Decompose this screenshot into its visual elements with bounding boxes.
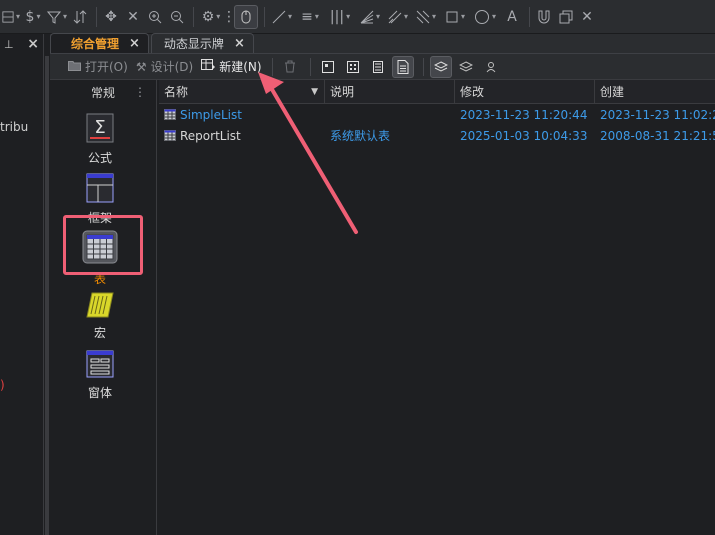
row-modified: 2023-11-23 11:20:44: [460, 107, 588, 122]
svg-text:Σ: Σ: [94, 117, 105, 138]
table-row[interactable]: ReportList 系统默认表 2025-01-03 10:04:33 200…: [159, 125, 715, 146]
category-label: 窗体: [87, 386, 112, 400]
tab-close-icon[interactable]: ×: [129, 36, 140, 51]
object-list: 名称 ▼ 说明 修改 创建 SimpleList 2023-11-23 11:2…: [159, 80, 715, 535]
fan-lines-icon[interactable]: ▾: [357, 5, 383, 29]
column-header-label: 名称: [164, 85, 189, 99]
grid-icon[interactable]: ▾: [2, 5, 20, 29]
frame-icon: [86, 173, 114, 206]
row-name: SimpleList: [180, 107, 242, 122]
tab-label: 动态显示牌: [163, 37, 224, 51]
category-header-label: 常规: [90, 85, 115, 100]
category-item-formula[interactable]: Σ 公式: [50, 113, 150, 166]
text-tool-icon[interactable]: A: [501, 5, 523, 29]
tab-comprehensive-management[interactable]: 综合管理 ×: [50, 33, 149, 53]
separator-handle-icon: ⋮: [222, 8, 236, 25]
mouse-icon[interactable]: [234, 4, 258, 29]
user-icon[interactable]: [480, 56, 502, 78]
copy-icon[interactable]: [556, 5, 576, 29]
folder-icon: [68, 60, 81, 74]
sort-desc-icon: ▼: [311, 86, 318, 97]
design-button[interactable]: ⚒ 设计(D): [132, 56, 197, 78]
gear-icon[interactable]: ⚙ ▾: [198, 5, 224, 29]
sort-icon[interactable]: [70, 5, 90, 29]
details-view-icon[interactable]: [391, 55, 414, 78]
list-view-icon[interactable]: [367, 56, 389, 78]
new-table-icon: [201, 59, 216, 74]
category-item-macro[interactable]: 宏: [50, 292, 150, 341]
macro-icon: [86, 292, 114, 321]
tab-bar: 综合管理 × 动态显示牌 ×: [50, 33, 715, 54]
small-icons-view-icon[interactable]: [342, 56, 364, 78]
left-panel-red-text: ): [0, 378, 5, 392]
circle-icon[interactable]: ▾: [471, 5, 499, 29]
vertical-lines-icon[interactable]: ||| ▾: [325, 5, 355, 29]
row-description: [325, 104, 455, 125]
tab-close-icon[interactable]: ×: [234, 36, 245, 51]
close-icon[interactable]: ✕: [578, 5, 596, 29]
design-icon: ⚒: [135, 59, 147, 74]
parallel-lines-icon[interactable]: ▾: [385, 5, 411, 29]
annotation-highlight-box: [63, 215, 143, 275]
new-button[interactable]: 新建(N): [197, 56, 265, 78]
magnet-icon[interactable]: [534, 5, 554, 29]
category-label: 公式: [87, 151, 112, 165]
line-icon[interactable]: ▾: [269, 5, 295, 29]
left-scrollbar[interactable]: [45, 56, 49, 535]
column-header-created[interactable]: 创建: [595, 80, 715, 103]
table-item-icon: [164, 109, 176, 120]
category-item-form[interactable]: 窗体: [50, 350, 150, 401]
large-icons-view-icon[interactable]: [317, 56, 339, 78]
new-label: 新建(N): [219, 60, 262, 74]
layers-icon[interactable]: [429, 55, 452, 78]
left-panel: ⊥ × tribu ): [0, 34, 44, 535]
table-item-icon: [164, 130, 176, 141]
transform-icon[interactable]: ✕: [123, 5, 143, 29]
row-created: 2008-08-31 21:21:58: [600, 128, 715, 143]
column-header-label: 说明: [330, 85, 355, 99]
column-header-modified[interactable]: 修改: [455, 80, 595, 103]
main-toolbar: ▾ $ ▾ ▾ ✥ ✕ ⚙ ▾ ⋮ ▾ ≡ ▾ ||| ▾ ▾ ▾ ▾ ▾ ▾ A: [0, 0, 715, 34]
row-created: 2023-11-23 11:02:28: [600, 107, 715, 122]
cross-lines-icon[interactable]: ▾: [413, 5, 439, 29]
tab-label: 综合管理: [71, 37, 120, 51]
row-name: ReportList: [180, 128, 241, 143]
table-row[interactable]: SimpleList 2023-11-23 11:20:44 2023-11-2…: [159, 104, 715, 125]
more-options-icon[interactable]: ⋮: [134, 85, 146, 99]
open-button[interactable]: 打开(O): [64, 56, 132, 78]
pin-icon[interactable]: ⊥: [4, 38, 14, 51]
open-label: 打开(O): [85, 60, 128, 74]
currency-icon[interactable]: $ ▾: [22, 5, 44, 29]
zoom-out-icon[interactable]: [167, 5, 187, 29]
column-header-label: 创建: [600, 85, 625, 99]
rectangle-icon[interactable]: ▾: [441, 5, 469, 29]
left-panel-text: tribu: [0, 120, 29, 134]
list-header: 名称 ▼ 说明 修改 创建: [159, 80, 715, 104]
left-panel-header: ⊥ ×: [0, 34, 43, 54]
category-header: 常规 ⋮: [50, 80, 156, 104]
column-header-description[interactable]: 说明: [325, 80, 455, 103]
design-label: 设计(D): [150, 60, 194, 74]
sub-toolbar: 打开(O) ⚒ 设计(D) 新建(N): [50, 54, 715, 80]
form-icon: [86, 350, 114, 381]
filter-icon[interactable]: ▾: [46, 5, 68, 29]
tab-dynamic-display[interactable]: 动态显示牌 ×: [150, 33, 254, 53]
category-panel: 常规 ⋮ Σ 公式 框架 表 宏 窗体: [50, 80, 157, 535]
move-icon[interactable]: ✥: [101, 5, 121, 29]
row-name-cell: SimpleList: [159, 104, 325, 125]
layers-outline-icon[interactable]: [455, 56, 477, 78]
formula-icon: Σ: [86, 113, 114, 146]
close-panel-icon[interactable]: ×: [27, 36, 39, 52]
row-modified: 2025-01-03 10:04:33: [460, 128, 588, 143]
column-header-name[interactable]: 名称 ▼: [159, 80, 325, 103]
column-header-label: 修改: [460, 85, 485, 99]
row-name-cell: ReportList: [159, 125, 325, 146]
category-label: 宏: [93, 326, 106, 340]
percent-line-icon[interactable]: ≡ ▾: [297, 5, 323, 29]
delete-icon[interactable]: [279, 56, 301, 78]
zoom-in-icon[interactable]: [145, 5, 165, 29]
row-description: 系统默认表: [330, 129, 391, 143]
